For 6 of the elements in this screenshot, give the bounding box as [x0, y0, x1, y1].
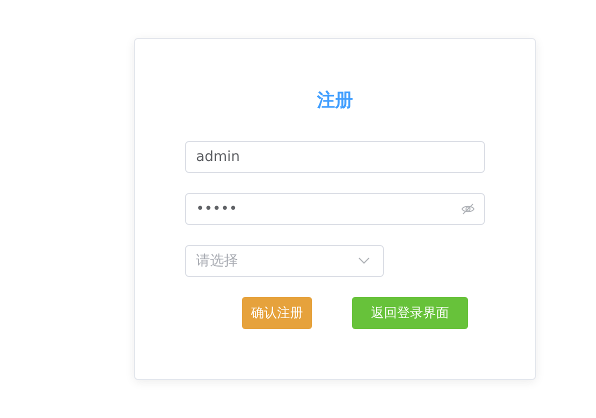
- card-title: 注册: [316, 89, 354, 113]
- username-field[interactable]: admin: [185, 141, 485, 173]
- chevron-down-icon: [358, 257, 370, 264]
- select-field[interactable]: 请选择: [185, 245, 384, 277]
- password-field[interactable]: •••••: [185, 193, 485, 225]
- eye-slash-icon[interactable]: [461, 203, 475, 215]
